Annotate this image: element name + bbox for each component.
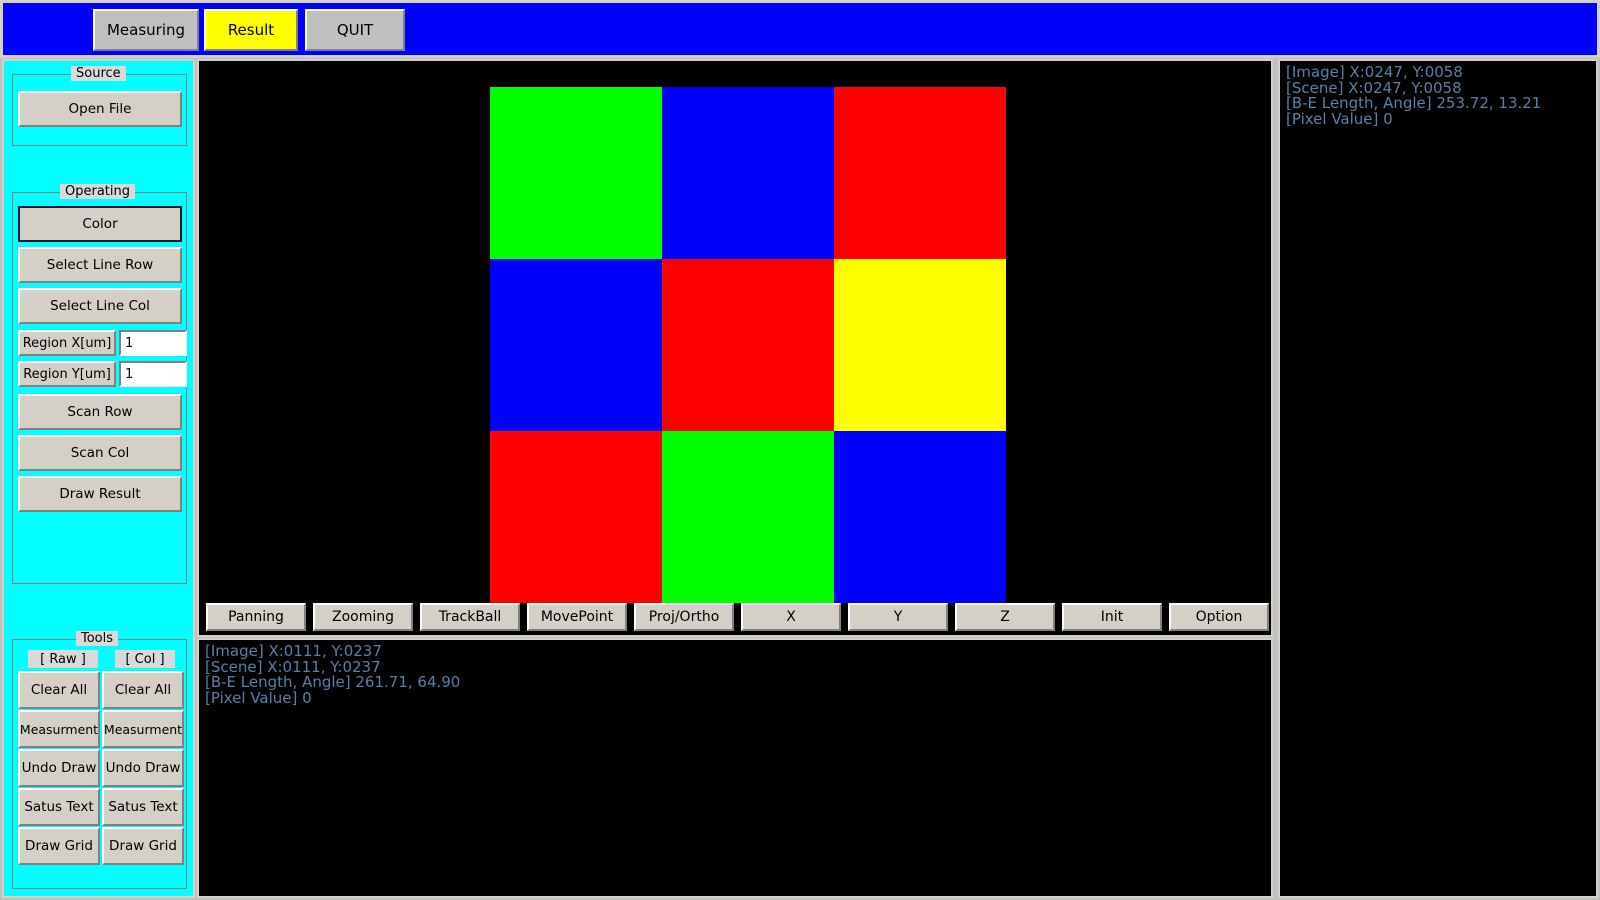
grid-cell-r1c2	[834, 259, 1006, 431]
scan-row-button[interactable]: Scan Row	[18, 394, 182, 430]
select-line-col-button[interactable]: Select Line Col	[18, 288, 182, 324]
tab-quit[interactable]: QUIT	[305, 9, 405, 51]
region-y-value: 1	[125, 366, 134, 382]
tools-raw-measurment-button[interactable]: Measurment	[18, 710, 100, 748]
axis-y-button[interactable]: Y	[848, 603, 948, 631]
region-x-label-button[interactable]: Region X[um]	[18, 330, 116, 356]
tools-raw-clear-all-label: Clear All	[30, 682, 88, 698]
grid-cell-r1c0	[490, 259, 662, 431]
scan-col-label: Scan Col	[70, 445, 130, 461]
tools-raw-satus-text-button[interactable]: Satus Text	[18, 788, 100, 826]
right-status-line-pixel: [Pixel Value] 0	[1286, 109, 1393, 128]
grid-cell-r2c1	[662, 431, 834, 603]
region-x-label: Region X[um]	[22, 335, 112, 351]
open-file-button[interactable]: Open File	[18, 91, 182, 127]
region-y-input[interactable]: 1	[119, 361, 187, 387]
open-file-label: Open File	[68, 101, 132, 117]
trackball-button[interactable]: TrackBall	[420, 603, 520, 631]
tools-group: Tools [ Raw ] [ Col ] Clear All Clear Al…	[12, 631, 187, 889]
viewport-toolbar: Panning Zooming TrackBall MovePoint Proj…	[197, 603, 1273, 635]
tools-col-clear-all-button[interactable]: Clear All	[102, 671, 184, 709]
tools-col-satus-text-label: Satus Text	[108, 799, 178, 815]
region-x-input[interactable]: 1	[119, 330, 187, 356]
tools-col-draw-grid-button[interactable]: Draw Grid	[102, 827, 184, 865]
bottom-status-panel: [Image] X:0111, Y:0237 [Scene] X:0111, Y…	[197, 638, 1273, 898]
tools-col-undo-draw-label: Undo Draw	[105, 760, 181, 776]
grid-cell-r1c1	[662, 259, 834, 431]
color-button-label: Color	[82, 216, 118, 232]
grid-cell-r0c1	[662, 87, 834, 259]
scan-col-button[interactable]: Scan Col	[18, 435, 182, 471]
tools-raw-clear-all-button[interactable]: Clear All	[18, 671, 100, 709]
axis-x-label: X	[786, 609, 796, 625]
option-label: Option	[1195, 609, 1243, 625]
tools-col-clear-all-label: Clear All	[114, 682, 172, 698]
grid-cell-r2c2	[834, 431, 1006, 603]
tools-raw-draw-grid-label: Draw Grid	[25, 838, 93, 854]
axis-z-button[interactable]: Z	[955, 603, 1055, 631]
tools-col-draw-grid-label: Draw Grid	[109, 838, 177, 854]
top-tab-bar: Measuring Result QUIT	[0, 0, 1600, 58]
grid-cell-r0c2	[834, 87, 1006, 259]
source-group-label: Source	[71, 66, 126, 81]
tab-measuring-label: Measuring	[106, 21, 186, 39]
tab-quit-label: QUIT	[336, 21, 374, 39]
axis-z-label: Z	[1000, 609, 1010, 625]
render-viewport[interactable]	[197, 59, 1273, 637]
draw-result-button[interactable]: Draw Result	[18, 476, 182, 512]
tools-raw-draw-grid-button[interactable]: Draw Grid	[18, 827, 100, 865]
select-line-row-label: Select Line Row	[46, 257, 154, 273]
application-window: Measuring Result QUIT Source Open File O…	[0, 0, 1600, 900]
draw-result-label: Draw Result	[59, 486, 141, 502]
color-button[interactable]: Color	[18, 206, 182, 242]
source-group: Source Open File	[12, 66, 187, 146]
panning-button[interactable]: Panning	[206, 603, 306, 631]
axis-x-button[interactable]: X	[741, 603, 841, 631]
tools-col-undo-draw-button[interactable]: Undo Draw	[102, 749, 184, 787]
grid-cell-r0c0	[490, 87, 662, 259]
trackball-label: TrackBall	[438, 609, 502, 625]
operating-group-label: Operating	[60, 184, 135, 199]
tools-group-label: Tools	[76, 631, 119, 646]
operating-group: Operating Color Select Line Row Select L…	[12, 184, 187, 584]
tools-raw-satus-text-label: Satus Text	[24, 799, 94, 815]
zooming-label: Zooming	[331, 609, 394, 625]
right-status-panel: [Image] X:0247, Y:0058 [Scene] X:0247, Y…	[1278, 59, 1598, 898]
proj-ortho-label: Proj/Ortho	[648, 609, 720, 625]
region-x-value: 1	[125, 335, 134, 351]
bottom-status-line-length: [B-E Length, Angle] 261.71, 64.90	[205, 673, 461, 691]
movepoint-button[interactable]: MovePoint	[527, 603, 627, 631]
left-sidebar: Source Open File Operating Color Select …	[2, 59, 195, 898]
tab-measuring[interactable]: Measuring	[93, 9, 199, 51]
tab-result-label: Result	[227, 21, 275, 39]
tools-col-header: [ Col ]	[115, 650, 175, 668]
tools-raw-header: [ Raw ]	[28, 650, 98, 668]
init-button[interactable]: Init	[1062, 603, 1162, 631]
panning-label: Panning	[228, 609, 284, 625]
proj-ortho-button[interactable]: Proj/Ortho	[634, 603, 734, 631]
region-y-label-button[interactable]: Region Y[um]	[18, 361, 116, 387]
select-line-col-label: Select Line Col	[50, 298, 150, 314]
region-y-label: Region Y[um]	[23, 366, 111, 382]
scan-row-label: Scan Row	[67, 404, 133, 420]
tools-raw-undo-draw-button[interactable]: Undo Draw	[18, 749, 100, 787]
tools-col-measurment-button[interactable]: Measurment	[102, 710, 184, 748]
tools-col-measurment-label: Measurment	[103, 721, 183, 737]
tools-raw-undo-draw-label: Undo Draw	[21, 760, 97, 776]
color-grid-image	[490, 87, 1006, 603]
zooming-button[interactable]: Zooming	[313, 603, 413, 631]
tools-col-satus-text-button[interactable]: Satus Text	[102, 788, 184, 826]
init-label: Init	[1100, 609, 1124, 625]
axis-y-label: Y	[893, 609, 903, 625]
tools-raw-measurment-label: Measurment	[19, 721, 99, 737]
grid-cell-r2c0	[490, 431, 662, 603]
bottom-status-line-pixel: [Pixel Value] 0	[205, 688, 312, 707]
option-button[interactable]: Option	[1169, 603, 1269, 631]
select-line-row-button[interactable]: Select Line Row	[18, 247, 182, 283]
tab-result[interactable]: Result	[204, 9, 298, 51]
movepoint-label: MovePoint	[540, 609, 614, 625]
